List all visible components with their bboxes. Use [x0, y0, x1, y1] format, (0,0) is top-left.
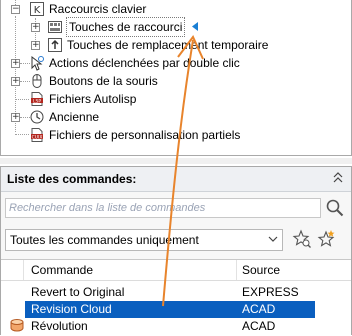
tree-item-label: Touches de raccourci [65, 17, 186, 37]
tree-item-boutons-souris[interactable]: + Boutons de la souris [1, 72, 351, 90]
tree-item-label: Boutons de la souris [49, 74, 158, 88]
command-name: Révolution [31, 319, 88, 333]
tree-item-touches-de-raccourci[interactable]: + Touches de raccourci [1, 17, 351, 37]
command-name: Revert to Original [31, 285, 125, 299]
shortcut-keys-icon [48, 21, 62, 33]
command-list-panel: Liste des commandes: Toutes les commande… [0, 166, 352, 336]
revolve-icon [10, 319, 24, 332]
expand-toggle-icon[interactable]: + [31, 23, 40, 32]
partial-cui-icon: CUIX [31, 128, 43, 142]
tree-item-label: Touches de remplacement temporaire [67, 38, 269, 52]
expand-toggle-icon[interactable]: + [11, 59, 20, 68]
command-source: ACAD [242, 319, 276, 333]
expand-toggle-icon[interactable]: + [11, 113, 20, 122]
svg-text:K: K [34, 5, 41, 16]
tree-item-raccourcis-clavier[interactable]: − K Raccourcis clavier [1, 0, 351, 18]
tree-item-label: Actions déclenchées par double clic [49, 56, 240, 70]
expand-toggle-icon[interactable]: + [31, 41, 40, 50]
command-name: Revision Cloud [31, 302, 112, 316]
search-input[interactable] [6, 199, 320, 217]
table-row[interactable]: Revert to Original EXPRESS [1, 284, 351, 301]
tree-item-ancienne[interactable]: + Ancienne [1, 108, 351, 126]
filter-star-icon[interactable] [292, 229, 312, 249]
keyboard-icon: K [30, 2, 44, 16]
double-click-icon [31, 55, 44, 71]
search-box [5, 198, 321, 218]
mouse-icon [32, 74, 42, 88]
filter-selected-value: Toutes les commandes uniquement [10, 233, 199, 247]
tree-item-label: Ancienne [49, 110, 100, 124]
legacy-icon [30, 110, 44, 124]
command-source: ACAD [242, 302, 276, 316]
table-row[interactable]: Révolution ACAD [1, 318, 351, 335]
command-source: EXPRESS [242, 285, 299, 299]
tree-item-fichiers-autolisp[interactable]: LSP Fichiers Autolisp [1, 90, 351, 108]
tree-item-double-clic[interactable]: + Actions déclenchées par double clic [1, 54, 351, 72]
expand-toggle-icon[interactable]: + [11, 77, 20, 86]
command-filter-dropdown[interactable]: Toutes les commandes uniquement [5, 229, 283, 251]
tree-item-label: Fichiers de personnalisation partiels [49, 128, 241, 142]
collapse-toggle-icon[interactable]: − [11, 5, 20, 14]
insertion-marker-icon [192, 22, 198, 31]
tree-item-touches-de-remplacement[interactable]: + Touches de remplacement temporaire [1, 36, 351, 54]
column-header-source[interactable]: Source [242, 263, 280, 277]
svg-text:CUIX: CUIX [32, 134, 43, 140]
dropdown-arrow-icon [268, 236, 278, 242]
command-list-title: Liste des commandes: [7, 172, 137, 186]
tree-item-label: Fichiers Autolisp [49, 92, 137, 106]
customizations-tree: − K Raccourcis clavier + Touches de racc… [0, 0, 352, 156]
column-divider [236, 260, 237, 280]
collapse-icon[interactable] [331, 170, 345, 186]
command-table-header: Commande Source [1, 260, 351, 281]
command-table: Commande Source Revert to Original EXPRE… [1, 259, 351, 336]
tree-item-fichiers-partiels[interactable]: CUIX Fichiers de personnalisation partie… [1, 126, 351, 144]
panel-splitter[interactable] [0, 158, 352, 164]
temp-override-icon [48, 38, 62, 52]
command-list-header: Liste des commandes: [1, 167, 351, 192]
column-divider [23, 260, 24, 280]
svg-text:LSP: LSP [33, 98, 41, 104]
tree-item-label: Raccourcis clavier [49, 2, 147, 16]
table-row[interactable]: Revision Cloud ACAD [1, 301, 351, 318]
search-icon[interactable] [325, 198, 345, 218]
column-header-command[interactable]: Commande [31, 263, 93, 277]
new-command-star-icon[interactable] [316, 229, 336, 249]
lisp-file-icon: LSP [31, 92, 43, 106]
